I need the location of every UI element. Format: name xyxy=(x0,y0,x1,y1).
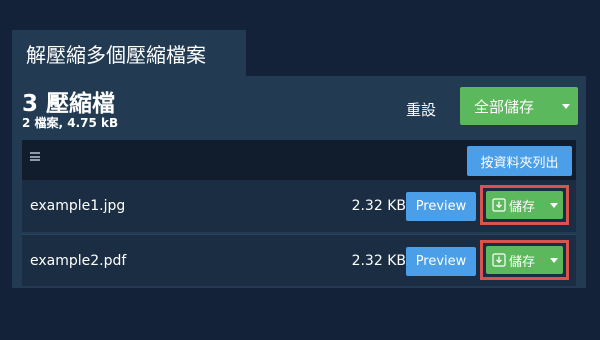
list-by-folder-button[interactable]: 按資料夾列出 xyxy=(467,146,572,176)
file-size: 2.32 KB xyxy=(351,253,406,269)
download-icon xyxy=(492,198,506,212)
archive-count-title: 3 壓縮檔 xyxy=(22,91,116,117)
save-dropdown-toggle[interactable] xyxy=(545,202,563,208)
file-name: example1.jpg xyxy=(30,198,126,214)
caret-down-icon xyxy=(550,257,558,263)
preview-button[interactable]: Preview xyxy=(406,192,476,221)
reset-label: 重設 xyxy=(406,100,437,119)
save-all-dropdown-toggle[interactable] xyxy=(554,103,578,109)
save-all-label: 全部儲存 xyxy=(474,97,535,116)
menu-lines-icon[interactable] xyxy=(30,152,40,161)
save-dropdown-toggle[interactable] xyxy=(545,257,563,263)
file-name: example2.pdf xyxy=(30,253,127,269)
reset-button[interactable]: 重設 xyxy=(406,94,436,124)
preview-button[interactable]: Preview xyxy=(406,247,476,276)
save-file-button[interactable]: 儲存 xyxy=(486,246,563,274)
save-file-button[interactable]: 儲存 xyxy=(486,191,563,219)
file-count-subtitle: 2 檔案, 4.75 kB xyxy=(22,116,119,130)
file-row: example1.jpg 2.32 KB Preview 儲存 xyxy=(22,180,576,232)
caret-down-icon xyxy=(562,103,570,109)
list-by-folder-label: 按資料夾列出 xyxy=(480,155,559,171)
save-button-highlight: 儲存 xyxy=(480,185,569,225)
save-all-button[interactable]: 全部儲存 xyxy=(460,87,578,125)
tab-title: 解壓縮多個壓縮檔案 xyxy=(26,42,206,67)
save-label: 儲存 xyxy=(509,254,536,270)
tab-extract-multiple[interactable]: 解壓縮多個壓縮檔案 xyxy=(12,30,246,76)
file-size: 2.32 KB xyxy=(351,198,406,214)
caret-down-icon xyxy=(550,202,558,208)
download-icon xyxy=(492,253,506,267)
save-button-highlight: 儲存 xyxy=(480,240,569,280)
preview-label: Preview xyxy=(415,254,467,269)
file-row: example2.pdf 2.32 KB Preview 儲存 xyxy=(22,234,576,286)
preview-label: Preview xyxy=(415,199,467,214)
save-label: 儲存 xyxy=(509,199,536,215)
file-list-header: 按資料夾列出 xyxy=(22,140,576,180)
extract-panel: 3 壓縮檔 2 檔案, 4.75 kB 重設 全部儲存 按資料夾列出 examp… xyxy=(12,76,586,288)
